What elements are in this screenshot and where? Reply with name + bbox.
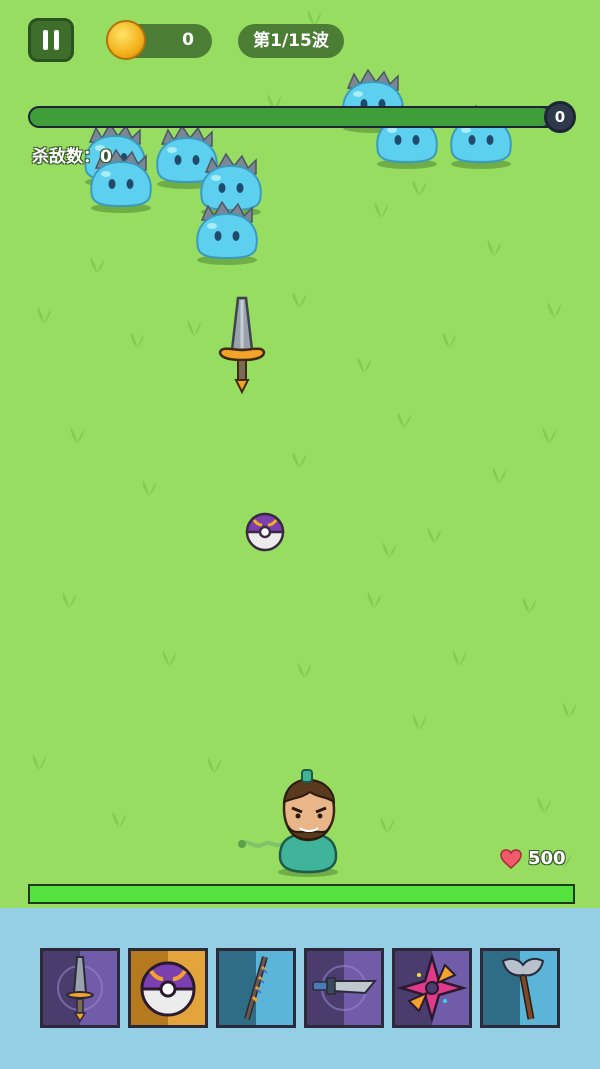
heart-icon bbox=[500, 848, 522, 869]
coin-count: 0 bbox=[182, 30, 194, 50]
grass-tuft bbox=[427, 527, 441, 543]
sword-projectile bbox=[218, 296, 266, 395]
coin-counter: 0 bbox=[106, 20, 212, 60]
grass-tuft bbox=[130, 332, 144, 348]
wave-indicator: 第1/15波 bbox=[238, 24, 344, 58]
grass-tuft bbox=[162, 650, 176, 666]
wave-progress-bar bbox=[28, 106, 568, 128]
weapon-slot-sword[interactable] bbox=[40, 948, 120, 1028]
kill-label: 杀敌数： bbox=[32, 147, 100, 167]
weapon-slot-axe[interactable] bbox=[480, 948, 560, 1028]
grass-tuft bbox=[357, 357, 371, 373]
kill-value: 0 bbox=[100, 147, 112, 167]
grass-tuft bbox=[412, 180, 426, 196]
pokeball-icon bbox=[131, 951, 205, 1025]
grass-tuft bbox=[412, 714, 426, 730]
grass-tuft bbox=[297, 662, 311, 678]
grass-tuft bbox=[380, 817, 394, 833]
game-field bbox=[0, 0, 600, 908]
kill-counter: 杀敌数：0 bbox=[32, 142, 112, 167]
weapon-slot-shuriken[interactable] bbox=[392, 948, 472, 1028]
grass-tuft bbox=[487, 240, 501, 256]
gold-coin-icon bbox=[106, 20, 146, 60]
weapon-slot-spear[interactable] bbox=[216, 948, 296, 1028]
weapon-slot-pokeball[interactable] bbox=[128, 948, 208, 1028]
grass-tuft bbox=[142, 480, 156, 496]
grass-tuft bbox=[187, 320, 201, 336]
grass-tuft bbox=[492, 467, 506, 483]
grass-tuft bbox=[397, 412, 411, 428]
grass-tuft bbox=[112, 812, 126, 828]
health-bar-fill bbox=[30, 886, 573, 902]
sword-icon bbox=[43, 951, 117, 1025]
grass-tuft bbox=[62, 592, 76, 608]
pause-icon bbox=[43, 30, 59, 50]
hp-value: 500 bbox=[528, 848, 566, 869]
slime-enemy bbox=[196, 200, 258, 265]
grass-tuft bbox=[292, 452, 306, 468]
grass-tuft bbox=[442, 332, 456, 348]
player-hp: 500 bbox=[500, 848, 566, 869]
grass-tuft bbox=[37, 307, 51, 323]
pause-button[interactable] bbox=[28, 18, 74, 62]
wave-progress-value: 0 bbox=[544, 101, 576, 133]
grass-tuft bbox=[32, 754, 46, 770]
grass-tuft bbox=[367, 592, 381, 608]
shuriken-icon bbox=[395, 951, 469, 1025]
grass-tuft bbox=[562, 702, 576, 718]
grass-tuft bbox=[374, 202, 388, 218]
grass-tuft bbox=[522, 597, 536, 613]
health-bar bbox=[28, 884, 575, 904]
grass-tuft bbox=[70, 427, 84, 443]
grass-tuft bbox=[547, 302, 561, 318]
grass-tuft bbox=[537, 797, 551, 813]
grass-tuft bbox=[207, 757, 221, 773]
spear-icon bbox=[219, 951, 293, 1025]
hero-character bbox=[238, 769, 338, 877]
pokeball-projectile bbox=[245, 512, 285, 552]
grass-tuft bbox=[292, 292, 306, 308]
grass-tuft bbox=[90, 257, 104, 273]
axe-icon bbox=[483, 951, 557, 1025]
grass-tuft bbox=[382, 542, 396, 558]
wave-progress-fill bbox=[30, 108, 550, 126]
grass-tuft bbox=[542, 427, 556, 443]
weapon-slot-dagger[interactable] bbox=[304, 948, 384, 1028]
grass-tuft bbox=[452, 650, 466, 666]
dagger-icon bbox=[307, 951, 381, 1025]
